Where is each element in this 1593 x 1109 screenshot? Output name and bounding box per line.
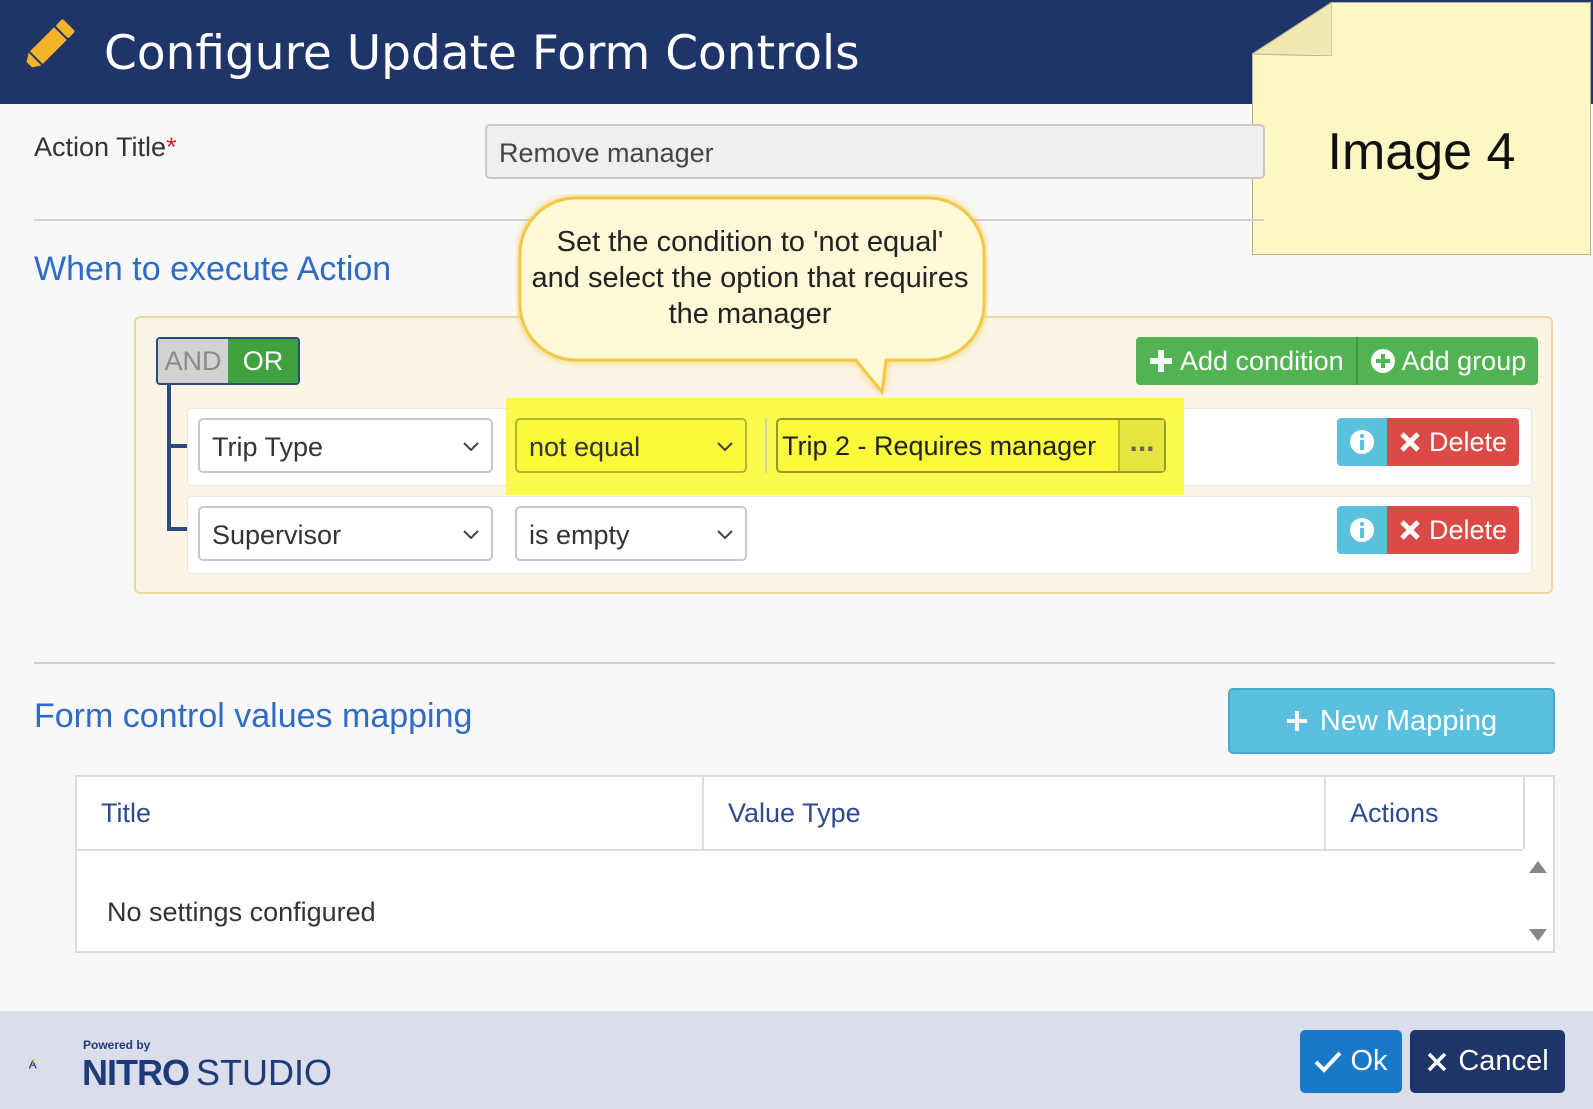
- info-button[interactable]: [1337, 506, 1387, 554]
- action-title-input[interactable]: Remove manager: [485, 124, 1265, 179]
- required-mark: *: [166, 132, 177, 162]
- column-header-title: Title: [101, 798, 152, 828]
- delete-button[interactable]: Delete: [1387, 418, 1520, 466]
- rule-actions: Delete: [1337, 506, 1520, 554]
- note-fold-corner: [1252, 2, 1332, 56]
- nitro-logo-icon: [28, 1059, 37, 1069]
- empty-message: No settings configured: [107, 897, 376, 927]
- column-header-actions: Actions: [1350, 798, 1439, 828]
- info-icon: [1350, 430, 1374, 454]
- new-mapping-button[interactable]: New Mapping: [1228, 688, 1555, 754]
- info-icon: [1350, 518, 1374, 542]
- cancel-label: Cancel: [1458, 1045, 1549, 1077]
- rule-value-field[interactable]: Trip 2 - Requires manager ...: [776, 418, 1166, 473]
- add-group-button[interactable]: Add group: [1355, 337, 1539, 385]
- table-header: Title Value Type Actions: [77, 777, 1523, 851]
- rule-operator-select[interactable]: not equal: [515, 418, 747, 473]
- sticky-note-text: Image 4: [1327, 123, 1516, 181]
- logic-toggle[interactable]: AND OR: [156, 337, 300, 385]
- delete-label: Delete: [1429, 515, 1508, 545]
- mapping-section-title: Form control values mapping: [34, 697, 473, 735]
- chevron-down-icon: [463, 442, 479, 452]
- dialog-title: Configure Update Form Controls: [104, 26, 860, 81]
- or-button[interactable]: OR: [228, 339, 298, 383]
- info-button[interactable]: [1337, 418, 1387, 466]
- column-header-value-type: Value Type: [728, 798, 861, 828]
- browse-options-button[interactable]: ...: [1118, 420, 1164, 471]
- callout-text: Set the condition to 'not equal' and sel…: [531, 226, 969, 330]
- cancel-button[interactable]: Cancel: [1410, 1030, 1565, 1093]
- powered-by-text: Powered by: [83, 1038, 151, 1052]
- scroll-down-arrow-icon[interactable]: [1529, 929, 1547, 941]
- scroll-up-arrow-icon[interactable]: [1529, 861, 1547, 873]
- add-group-label: Add group: [1401, 346, 1527, 376]
- delete-button[interactable]: Delete: [1387, 506, 1520, 554]
- close-icon: [1400, 520, 1420, 540]
- action-title-label: Action Title*: [34, 132, 177, 162]
- checkmark-icon: [1315, 1051, 1342, 1073]
- plus-circle-icon: [1370, 349, 1395, 373]
- new-mapping-label: New Mapping: [1319, 704, 1498, 737]
- plus-icon: [1150, 350, 1172, 372]
- close-icon: [1428, 1052, 1447, 1071]
- and-button[interactable]: AND: [158, 339, 228, 383]
- add-buttons-group: Add condition Add group: [1136, 337, 1539, 385]
- rule-separator: [765, 418, 767, 473]
- rule-actions: Delete: [1337, 418, 1520, 466]
- tree-connector-tick: [167, 444, 189, 448]
- delete-label: Delete: [1429, 427, 1508, 457]
- ok-label: Ok: [1350, 1045, 1388, 1077]
- add-condition-label: Add condition: [1180, 346, 1344, 376]
- divider-middle: [34, 662, 1555, 664]
- ok-button[interactable]: Ok: [1300, 1030, 1402, 1093]
- when-section-title: When to execute Action: [34, 250, 392, 288]
- add-condition-button[interactable]: Add condition: [1136, 337, 1356, 385]
- chevron-down-icon: [717, 530, 733, 540]
- scrollbar-header: [1523, 777, 1525, 849]
- rule-field-select[interactable]: Supervisor: [198, 506, 493, 561]
- brand-studio: STUDIO: [196, 1052, 333, 1093]
- mapping-table: Title Value Type Actions No settings con…: [75, 775, 1555, 953]
- chevron-down-icon: [717, 442, 733, 452]
- rule-field-select[interactable]: Trip Type: [198, 418, 493, 473]
- pencil-icon: [25, 19, 75, 69]
- brand-nitro: NITRO: [82, 1052, 190, 1093]
- close-icon: [1400, 432, 1420, 452]
- rule-operator-select[interactable]: is empty: [515, 506, 747, 561]
- chevron-down-icon: [463, 530, 479, 540]
- plus-icon: [1286, 711, 1307, 731]
- tree-connector: [167, 385, 189, 531]
